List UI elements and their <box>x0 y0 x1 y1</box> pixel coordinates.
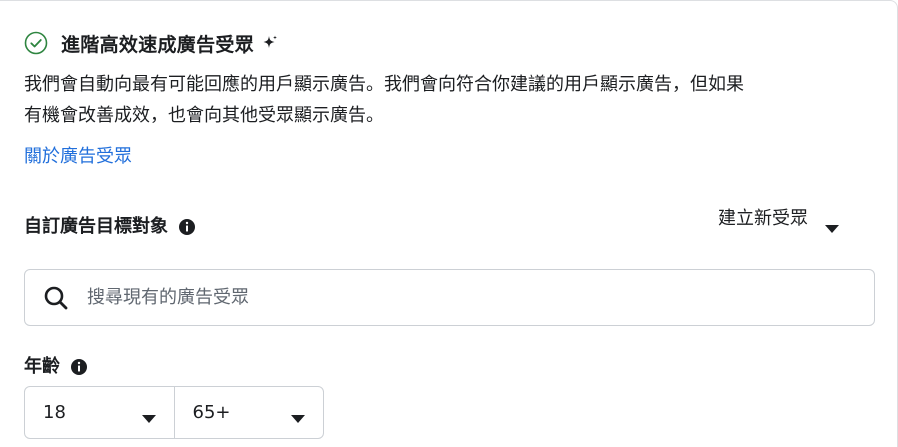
age-range-selector: 18 65+ <box>24 386 324 439</box>
custom-audience-label: 自訂廣告目標對象 <box>24 216 168 237</box>
age-min-value: 18 <box>43 402 66 423</box>
create-new-audience-label: 建立新受眾 <box>718 208 808 229</box>
caret-down-icon <box>141 408 157 423</box>
age-label: 年齡 <box>24 356 60 377</box>
custom-audience-header: 自訂廣告目標對象 <box>24 213 196 241</box>
description-line: 我們會自動向最有可能回應的用戶顯示廣告。我們會向符合你建議的用戶顯示廣告，但如果 <box>24 74 744 95</box>
age-max-value: 65+ <box>192 402 231 423</box>
title-row: 進階高效速成廣告受眾 <box>24 29 278 57</box>
info-icon[interactable] <box>70 358 88 376</box>
section-title: 進階高效速成廣告受眾 <box>61 33 255 56</box>
caret-down-icon <box>290 408 306 423</box>
description-line: 有機會改善成效，也會向其他受眾顯示廣告。 <box>24 105 384 126</box>
age-min-select[interactable]: 18 <box>25 387 174 438</box>
sparkle-icon <box>262 35 278 51</box>
check-circle-icon <box>24 31 48 55</box>
caret-down-icon <box>824 214 840 233</box>
age-max-select[interactable]: 65+ <box>173 387 324 438</box>
about-audience-link[interactable]: 關於廣告受眾 <box>24 142 132 172</box>
info-icon[interactable] <box>178 218 196 236</box>
search-input[interactable] <box>85 286 849 309</box>
description: 我們會自動向最有可能回應的用戶顯示廣告。我們會向符合你建議的用戶顯示廣告，但如果… <box>24 69 874 131</box>
audience-search-box[interactable] <box>24 269 875 326</box>
search-icon <box>43 285 69 311</box>
age-header: 年齡 <box>24 353 88 381</box>
advantage-audience-panel: 進階高效速成廣告受眾 我們會自動向最有可能回應的用戶顯示廣告。我們會向符合你建議… <box>0 0 898 447</box>
create-new-audience-dropdown[interactable]: 建立新受眾 <box>718 204 840 234</box>
